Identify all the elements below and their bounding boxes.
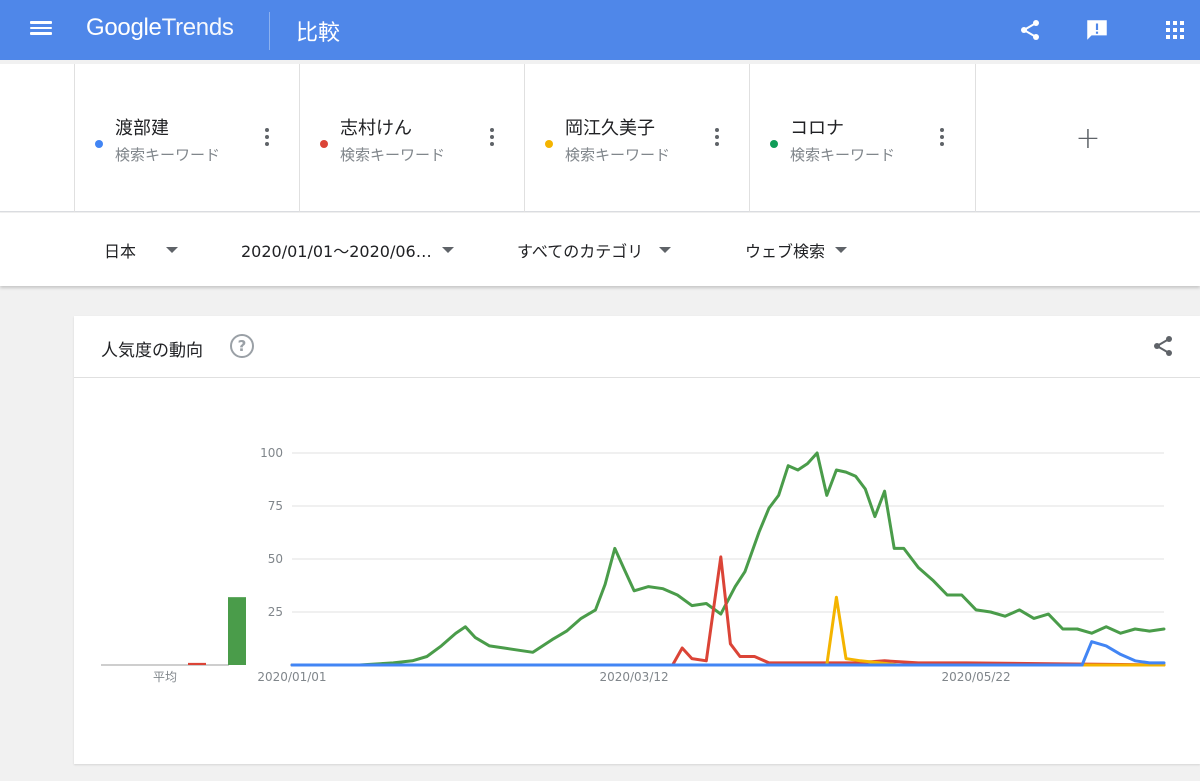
- share-icon[interactable]: [1016, 16, 1044, 44]
- term-name: 志村けん: [340, 118, 412, 139]
- more-vert-icon[interactable]: [261, 127, 273, 151]
- page-title: 比較: [296, 21, 341, 46]
- menu-icon[interactable]: [28, 18, 54, 42]
- more-vert-icon[interactable]: [711, 127, 723, 151]
- term-color-dot: [770, 140, 778, 148]
- apps-grid-icon[interactable]: [1161, 16, 1189, 44]
- term-card-3[interactable]: 岡江久美子 検索キーワード: [524, 64, 749, 212]
- logo-trends-text: Trends: [161, 14, 234, 41]
- google-trends-logo[interactable]: GoogleTrends: [86, 14, 234, 42]
- search-type-dropdown[interactable]: ウェブ検索: [745, 237, 848, 263]
- logo-google-text: Google: [86, 14, 162, 41]
- category-dropdown[interactable]: すべてのカテゴリ: [517, 237, 672, 263]
- chart-grid: 100 75 50 25: [260, 446, 1164, 666]
- region-value: 日本: [104, 242, 137, 261]
- search-type-value: ウェブ検索: [745, 242, 826, 261]
- series-line: [290, 555, 1166, 667]
- y-tick-label: 75: [268, 499, 283, 513]
- x-tick-label: 2020/01/01: [257, 670, 326, 684]
- card-header: 人気度の動向 ?: [74, 316, 1200, 378]
- average-bar: [228, 597, 246, 665]
- header-divider: [269, 12, 270, 50]
- term-color-dot: [95, 140, 103, 148]
- interest-over-time-card: 人気度の動向 ? 平均 100 75 50 25 2020/01/01 2020/03/…: [74, 316, 1200, 764]
- y-tick-label: 25: [268, 605, 283, 619]
- term-name: 渡部建: [115, 118, 169, 139]
- category-value: すべてのカテゴリ: [517, 242, 644, 261]
- date-range-dropdown[interactable]: 2020/01/01〜2020/06…: [241, 237, 454, 263]
- term-type: 検索キーワード: [340, 146, 446, 164]
- dropdown-arrow-icon: [441, 247, 454, 253]
- term-name: コロナ: [790, 118, 844, 139]
- dropdown-arrow-icon: [659, 247, 672, 253]
- dropdown-arrow-icon: [166, 247, 179, 253]
- x-axis-labels: 2020/01/01 2020/03/12 2020/05/22: [257, 670, 1010, 684]
- average-bar: [188, 662, 206, 665]
- feedback-icon[interactable]: [1083, 16, 1111, 44]
- series-line: [290, 640, 1166, 667]
- region-dropdown[interactable]: 日本: [104, 237, 179, 263]
- add-term-button[interactable]: +: [975, 64, 1200, 212]
- share-icon[interactable]: [1151, 334, 1177, 360]
- x-tick-label: 2020/05/22: [942, 670, 1011, 684]
- term-type: 検索キーワード: [565, 146, 671, 164]
- interest-over-time-chart: 平均 100 75 50 25 2020/01/01 2020/03/12 2020/05…: [101, 446, 1166, 684]
- help-icon[interactable]: ?: [230, 334, 254, 358]
- y-tick-label: 100: [260, 446, 283, 460]
- comparison-terms-bar: 渡部建 検索キーワード 志村けん 検索キーワード 岡江久美子 検索キーワード コ…: [0, 64, 1200, 212]
- app-header: GoogleTrends 比較: [0, 0, 1200, 60]
- average-bar-chart: 平均: [101, 597, 246, 684]
- date-range-value: 2020/01/01〜2020/06…: [241, 242, 432, 261]
- dropdown-arrow-icon: [835, 247, 848, 253]
- term-color-dot: [545, 140, 553, 148]
- y-tick-label: 50: [268, 552, 283, 566]
- filters-bar: 日本 2020/01/01〜2020/06… すべてのカテゴリ ウェブ検索: [0, 213, 1200, 286]
- more-vert-icon[interactable]: [486, 127, 498, 151]
- term-card-1[interactable]: 渡部建 検索キーワード: [74, 64, 299, 212]
- average-label: 平均: [153, 670, 177, 684]
- x-tick-label: 2020/03/12: [599, 670, 668, 684]
- term-card-4[interactable]: コロナ 検索キーワード: [749, 64, 974, 212]
- term-card-2[interactable]: 志村けん 検索キーワード: [299, 64, 524, 212]
- term-name: 岡江久美子: [565, 118, 655, 139]
- term-type: 検索キーワード: [790, 146, 896, 164]
- term-color-dot: [320, 140, 328, 148]
- card-title: 人気度の動向: [101, 341, 203, 361]
- more-vert-icon[interactable]: [936, 127, 948, 151]
- term-type: 検索キーワード: [115, 146, 221, 164]
